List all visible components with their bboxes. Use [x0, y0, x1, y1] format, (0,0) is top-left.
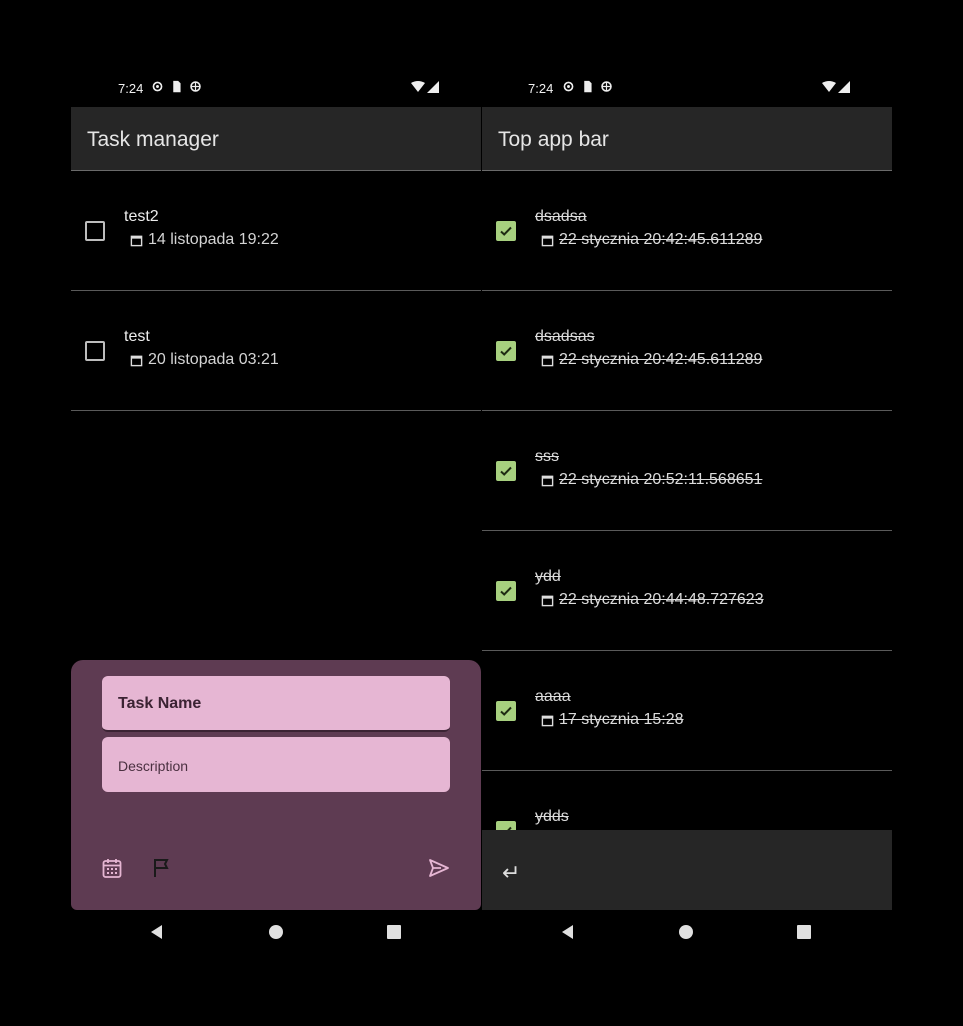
- right-phone-screen: 7:24 Top app bar dsadsa 22 stycznia 20:4…: [482, 72, 892, 952]
- task-checkbox[interactable]: [496, 701, 516, 721]
- task-name: dsadsa: [535, 208, 587, 225]
- app-title: Task manager: [87, 128, 219, 151]
- description-input[interactable]: Description: [102, 737, 450, 792]
- status-time: 7:24: [118, 81, 144, 96]
- recents-icon[interactable]: [384, 922, 404, 942]
- wifi-icon: [411, 81, 425, 92]
- enter-icon[interactable]: ↵: [502, 860, 520, 886]
- top-app-bar: Top app bar: [482, 107, 892, 171]
- task-date-text: 20 listopada 03:21: [148, 351, 279, 368]
- task-name: test2: [124, 208, 159, 225]
- flag-icon[interactable]: [151, 857, 173, 879]
- settings-icon: [152, 81, 163, 92]
- calendar-icon: [130, 355, 143, 366]
- home-icon[interactable]: [266, 922, 286, 942]
- task-name: aaaa: [535, 688, 571, 705]
- task-checkbox[interactable]: [496, 581, 516, 601]
- task-date: 14 listopada 19:22: [130, 231, 279, 249]
- task-name: sss: [535, 448, 559, 465]
- task-date: 20 listopada 03:21: [130, 351, 279, 369]
- calendar-icon: [130, 235, 143, 246]
- task-row[interactable]: test 20 listopada 03:21: [71, 291, 481, 411]
- task-row[interactable]: dsadsa 22 stycznia 20:42:45.611289: [482, 171, 892, 291]
- signal-icons: [411, 81, 439, 93]
- calendar-icon: [541, 715, 554, 726]
- task-row[interactable]: aaaa 17 stycznia 15:28: [482, 651, 892, 771]
- system-nav-bar: [482, 910, 892, 952]
- task-date: 22 stycznia 20:44:48.727623: [541, 591, 764, 609]
- calendar-icon: [541, 235, 554, 246]
- task-date-text: 14 listopada 19:22: [148, 231, 279, 248]
- task-row[interactable]: test2 14 listopada 19:22: [71, 171, 481, 291]
- system-nav-bar: [71, 910, 481, 952]
- task-checkbox[interactable]: [85, 221, 105, 241]
- task-date-text: 22 stycznia 20:42:45.611289: [559, 231, 763, 248]
- task-date-text: 22 stycznia 20:52:11.568651: [559, 471, 763, 488]
- status-icons: [151, 80, 202, 93]
- left-phone-screen: 7:24 Task manager test2 14 listopada 19:…: [71, 72, 481, 952]
- check-icon: [500, 706, 512, 716]
- app-title: Top app bar: [498, 128, 609, 151]
- settings-icon: [563, 81, 574, 92]
- keyboard-input-bar[interactable]: ↵: [482, 830, 892, 910]
- calendar-icon: [541, 355, 554, 366]
- back-icon[interactable]: [558, 922, 578, 942]
- check-icon: [500, 226, 512, 236]
- debug-icon: [190, 81, 201, 92]
- task-date-text: 17 stycznia 15:28: [559, 711, 684, 728]
- home-icon[interactable]: [676, 922, 696, 942]
- debug-icon: [601, 81, 612, 92]
- check-icon: [500, 466, 512, 476]
- task-name: ydds: [535, 808, 569, 825]
- wifi-icon: [822, 81, 836, 92]
- task-checkbox[interactable]: [496, 221, 516, 241]
- task-row[interactable]: sss 22 stycznia 20:52:11.568651: [482, 411, 892, 531]
- calendar-icon[interactable]: [101, 857, 123, 879]
- recents-icon[interactable]: [794, 922, 814, 942]
- task-name: dsadsas: [535, 328, 595, 345]
- task-checkbox[interactable]: [496, 461, 516, 481]
- task-date: 17 stycznia 15:28: [541, 711, 684, 729]
- status-icons: [562, 80, 613, 93]
- sd-card-icon: [584, 80, 592, 93]
- task-row[interactable]: dsadsas 22 stycznia 20:42:45.611289: [482, 291, 892, 411]
- task-name: test: [124, 328, 150, 345]
- status-time: 7:24: [528, 81, 554, 96]
- status-bar: 7:24: [71, 72, 481, 106]
- task-list: dsadsa 22 stycznia 20:42:45.611289 dsads…: [482, 171, 892, 891]
- task-row[interactable]: ydd 22 stycznia 20:44:48.727623: [482, 531, 892, 651]
- task-date: 22 stycznia 20:42:45.611289: [541, 351, 762, 369]
- task-name: ydd: [535, 568, 561, 585]
- cell-signal-icon: [427, 81, 439, 93]
- top-app-bar: Task manager: [71, 107, 481, 171]
- status-bar: 7:24: [482, 72, 892, 106]
- task-date: 22 stycznia 20:42:45.611289: [541, 231, 762, 249]
- task-name-placeholder: Task Name: [118, 695, 202, 712]
- cell-signal-icon: [838, 81, 850, 93]
- send-icon[interactable]: [428, 857, 450, 879]
- sd-card-icon: [173, 80, 181, 93]
- check-icon: [500, 586, 512, 596]
- check-icon: [500, 346, 512, 356]
- description-placeholder: Description: [118, 758, 189, 774]
- task-checkbox[interactable]: [496, 341, 516, 361]
- calendar-icon: [541, 595, 554, 606]
- add-task-sheet: Task Name Description: [71, 660, 481, 910]
- task-list: test2 14 listopada 19:22 test 20 listopa…: [71, 171, 481, 411]
- task-name-input[interactable]: Task Name: [102, 676, 450, 732]
- task-date-text: 22 stycznia 20:44:48.727623: [559, 591, 764, 608]
- task-date-text: 22 stycznia 20:42:45.611289: [559, 351, 763, 368]
- signal-icons: [822, 81, 850, 93]
- task-checkbox[interactable]: [85, 341, 105, 361]
- task-date: 22 stycznia 20:52:11.568651: [541, 471, 762, 489]
- calendar-icon: [541, 475, 554, 486]
- back-icon[interactable]: [147, 922, 167, 942]
